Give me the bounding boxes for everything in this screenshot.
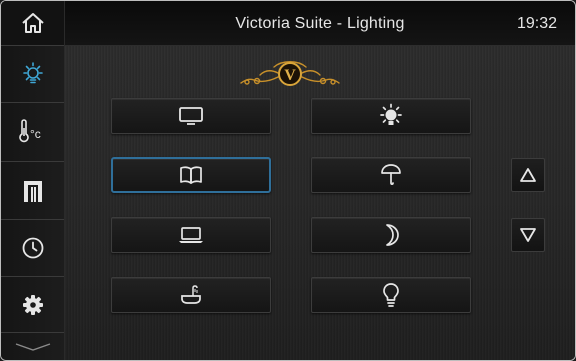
triangle-down-icon: [520, 228, 536, 242]
home-icon: [21, 13, 44, 33]
nav-more-button[interactable]: [1, 333, 64, 360]
page-title: Victoria Suite - Lighting: [235, 15, 405, 32]
tv-icon: [179, 107, 203, 125]
bulb-icon: [383, 283, 399, 307]
moon-icon: [386, 224, 399, 246]
app-window: °c Victoria Suite - Lighting 19:32 V: [0, 0, 576, 361]
scroll-up-button[interactable]: [511, 158, 545, 192]
clock-icon: [22, 237, 43, 259]
nav-lighting-button[interactable]: [1, 46, 64, 103]
header-bar: Victoria Suite - Lighting 19:32: [65, 1, 575, 46]
scene-bath-button[interactable]: [111, 277, 271, 313]
main-panel: V: [65, 46, 575, 360]
lightbulb-icon: [22, 62, 43, 84]
scene-night-button[interactable]: [311, 217, 471, 253]
clock-time: 19:32: [516, 15, 557, 32]
floor-lamp-icon: [381, 164, 401, 185]
scene-tv-button[interactable]: [111, 98, 271, 134]
chevron-down-icon: [15, 342, 50, 351]
nav-home-button[interactable]: [1, 1, 64, 46]
logo-letter: V: [284, 67, 296, 84]
sidebar: °c: [1, 1, 65, 360]
nav-settings-button[interactable]: [1, 277, 64, 333]
blinds-icon: [23, 180, 42, 202]
nav-blinds-button[interactable]: [1, 162, 64, 220]
book-icon: [180, 166, 202, 184]
scene-reading-button[interactable]: [111, 157, 271, 193]
nav-climate-button[interactable]: °c: [1, 103, 64, 162]
scene-bulb-button[interactable]: [311, 277, 471, 313]
scene-lamp-button[interactable]: [311, 157, 471, 193]
bright-light-icon: [380, 103, 402, 125]
thermometer-icon: °c: [18, 119, 41, 143]
climate-unit-label: °c: [30, 127, 41, 141]
triangle-up-icon: [520, 168, 536, 182]
gear-icon: [22, 294, 43, 315]
laptop-icon: [179, 227, 203, 243]
nav-schedule-button[interactable]: [1, 220, 64, 277]
scene-work-button[interactable]: [111, 217, 271, 253]
scene-bright-button[interactable]: [311, 98, 471, 134]
bathtub-icon: [181, 285, 201, 304]
scroll-down-button[interactable]: [511, 218, 545, 252]
logo-emblem: V: [240, 61, 340, 86]
